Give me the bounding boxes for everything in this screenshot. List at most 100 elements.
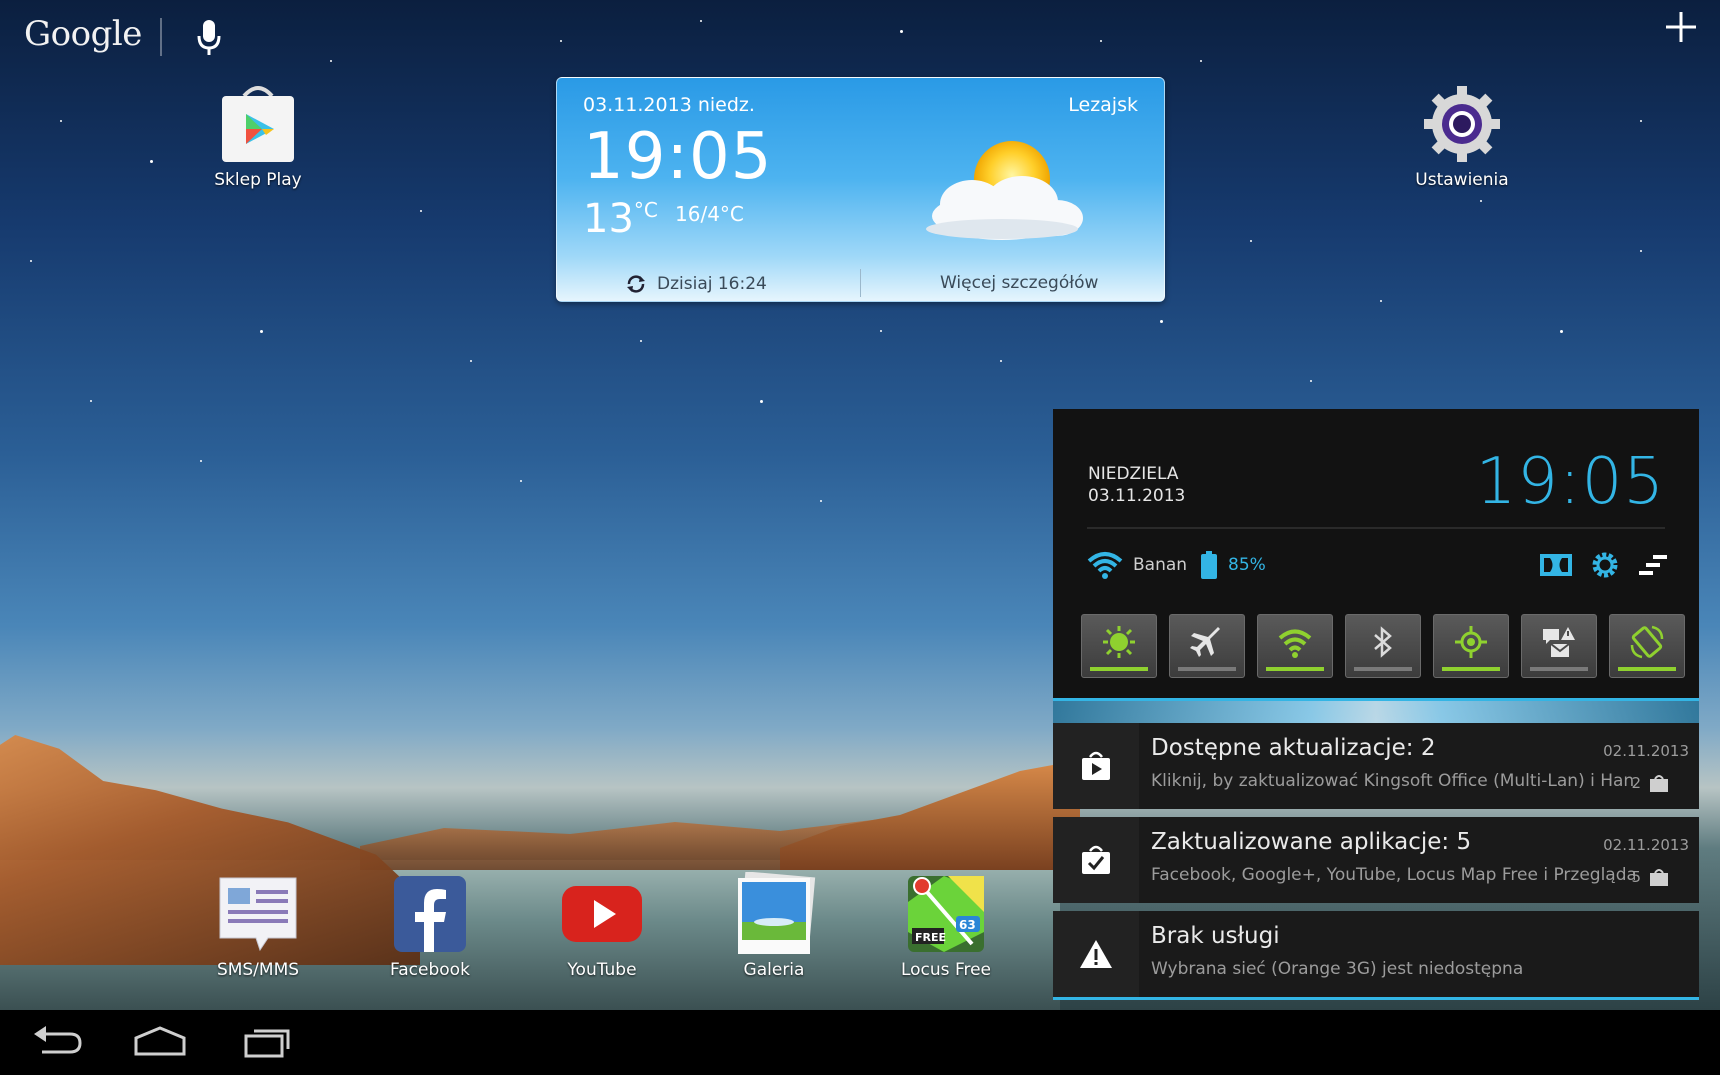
svg-text:FREE: FREE [915,931,946,944]
toggle-indicator [1090,667,1148,671]
weather-refresh-button[interactable]: Dzisiaj 16:24 [625,273,767,295]
notification-count-value: 2 [1631,774,1641,792]
app-galeria[interactable]: Galeria [704,871,844,980]
toggle-wifi[interactable] [1257,614,1333,678]
app-label: Ustawienia [1415,170,1509,190]
app-sms-mms[interactable]: SMS/MMS [188,872,328,980]
store-updated-icon [1053,817,1139,903]
home-icon[interactable] [132,1024,188,1060]
add-icon[interactable] [1664,10,1698,44]
divider [860,269,861,297]
app-facebook[interactable]: Facebook [360,872,500,980]
weather-footer: Dzisiaj 16:24 Więcej szczegółów [557,265,1164,301]
panel-day-name: NIEDZIELA [1088,464,1179,484]
shop-bag-icon [1650,775,1668,792]
shop-bag-icon [1650,869,1668,886]
app-sklep-play[interactable]: Sklep Play [188,82,328,190]
notification-date: 02.11.2013 [1603,742,1689,760]
google-search-logo[interactable]: Google [24,14,142,54]
play-store-icon [216,82,300,166]
app-ustawienia[interactable]: Ustawienia [1392,82,1532,190]
toggle-indicator [1442,667,1500,671]
warning-icon [1053,911,1139,997]
gallery-icon [732,871,816,956]
toggle-indicator [1530,667,1588,671]
notification-item[interactable]: Brak usługi Wybrana sieć (Orange 3G) jes… [1053,911,1699,997]
weather-range: 16/4°C [675,202,744,226]
rocks-right [780,760,1080,870]
app-label: Sklep Play [214,170,302,190]
divider [1053,997,1699,1000]
weather-more-details-link[interactable]: Więcej szczegółów [940,273,1098,293]
notification-text: Wybrana sieć (Orange 3G) jest niedostępn… [1151,959,1524,979]
search-divider [160,18,162,56]
quick-settings-header: NIEDZIELA 03.11.2013 19:05 Banan 85% [1053,409,1699,699]
weather-city[interactable]: Lezajsk [1068,94,1138,116]
notification-text: Kliknij, by zaktualizować Kingsoft Offic… [1151,771,1635,791]
app-youtube[interactable]: YouTube [532,872,672,980]
brightness-icon [1103,626,1135,658]
toggle-notifications[interactable] [1521,614,1597,678]
toggle-rotation[interactable] [1609,614,1685,678]
weather-clock-widget[interactable]: 03.11.2013 niedz. Lezajsk 19:05 13°C 16/… [556,77,1165,302]
temperature-value: 13 [583,196,634,242]
rotation-icon [1630,625,1664,659]
notification-text: Facebook, Google+, YouTube, Locus Map Fr… [1151,865,1635,885]
sms-icon [216,872,300,956]
youtube-icon [560,872,644,956]
panel-clock[interactable]: 19:05 [1476,445,1665,519]
notification-date: 02.11.2013 [1603,836,1689,854]
wifi-network-name: Banan [1133,555,1188,575]
weather-refresh-label: Dzisiaj 16:24 [657,274,767,294]
notification-count: 2 [1631,773,1669,793]
settings-icon[interactable] [1591,551,1619,579]
store-update-icon [1053,723,1139,809]
refresh-icon [627,275,645,293]
app-locus-free[interactable]: FREE 63 Locus Free [876,872,1016,980]
panel-header-icons [1539,551,1669,579]
temperature-unit: °C [633,198,658,222]
wifi-signal-icon [1087,552,1123,579]
battery-icon [1201,551,1217,579]
facebook-icon [388,872,472,956]
app-label: Facebook [390,960,470,980]
notification-panel[interactable]: NIEDZIELA 03.11.2013 19:05 Banan 85% Dos… [1053,409,1699,1001]
clear-all-icon[interactable] [1637,552,1669,578]
quick-toggles [1081,614,1685,678]
toggle-brightness[interactable] [1081,614,1157,678]
recent-apps-icon[interactable] [240,1024,296,1060]
panel-glow [1053,699,1699,723]
app-label: Galeria [743,960,805,980]
battery-percent: 85% [1228,555,1266,575]
toggle-indicator [1266,667,1324,671]
svg-text:63: 63 [959,918,976,932]
weather-date: 03.11.2013 niedz. [583,94,755,116]
airplane-icon [1190,627,1220,657]
app-label: SMS/MMS [216,960,300,980]
wifi-status[interactable]: Banan [1087,551,1187,579]
sun-cloud-icon [926,141,1083,240]
notification-title: Zaktualizowane aplikacje: 5 [1151,829,1472,855]
locus-map-icon: FREE 63 [904,872,988,956]
toggle-indicator [1178,667,1236,671]
navigation-bar [0,1010,1720,1075]
divider [1053,698,1699,701]
back-icon[interactable] [30,1024,86,1060]
microphone-icon[interactable] [196,18,222,58]
notification-count-value: 5 [1631,868,1641,886]
dolby-icon[interactable] [1539,552,1573,578]
settings-gear-icon [1420,82,1504,166]
toggle-gps[interactable] [1433,614,1509,678]
notification-item[interactable]: Zaktualizowane aplikacje: 5 Facebook, Go… [1053,817,1699,903]
toggle-indicator [1618,667,1676,671]
toggle-bluetooth[interactable] [1345,614,1421,678]
battery-status[interactable]: 85% [1200,551,1266,579]
app-label: YouTube [567,960,637,980]
toggle-airplane[interactable] [1169,614,1245,678]
notification-title: Brak usługi [1151,923,1280,949]
panel-day-date: 03.11.2013 [1088,486,1186,506]
toggle-indicator [1354,667,1412,671]
bluetooth-icon [1374,626,1392,658]
notification-item[interactable]: Dostępne aktualizacje: 2 Kliknij, by zak… [1053,723,1699,809]
wifi-icon [1278,629,1312,658]
